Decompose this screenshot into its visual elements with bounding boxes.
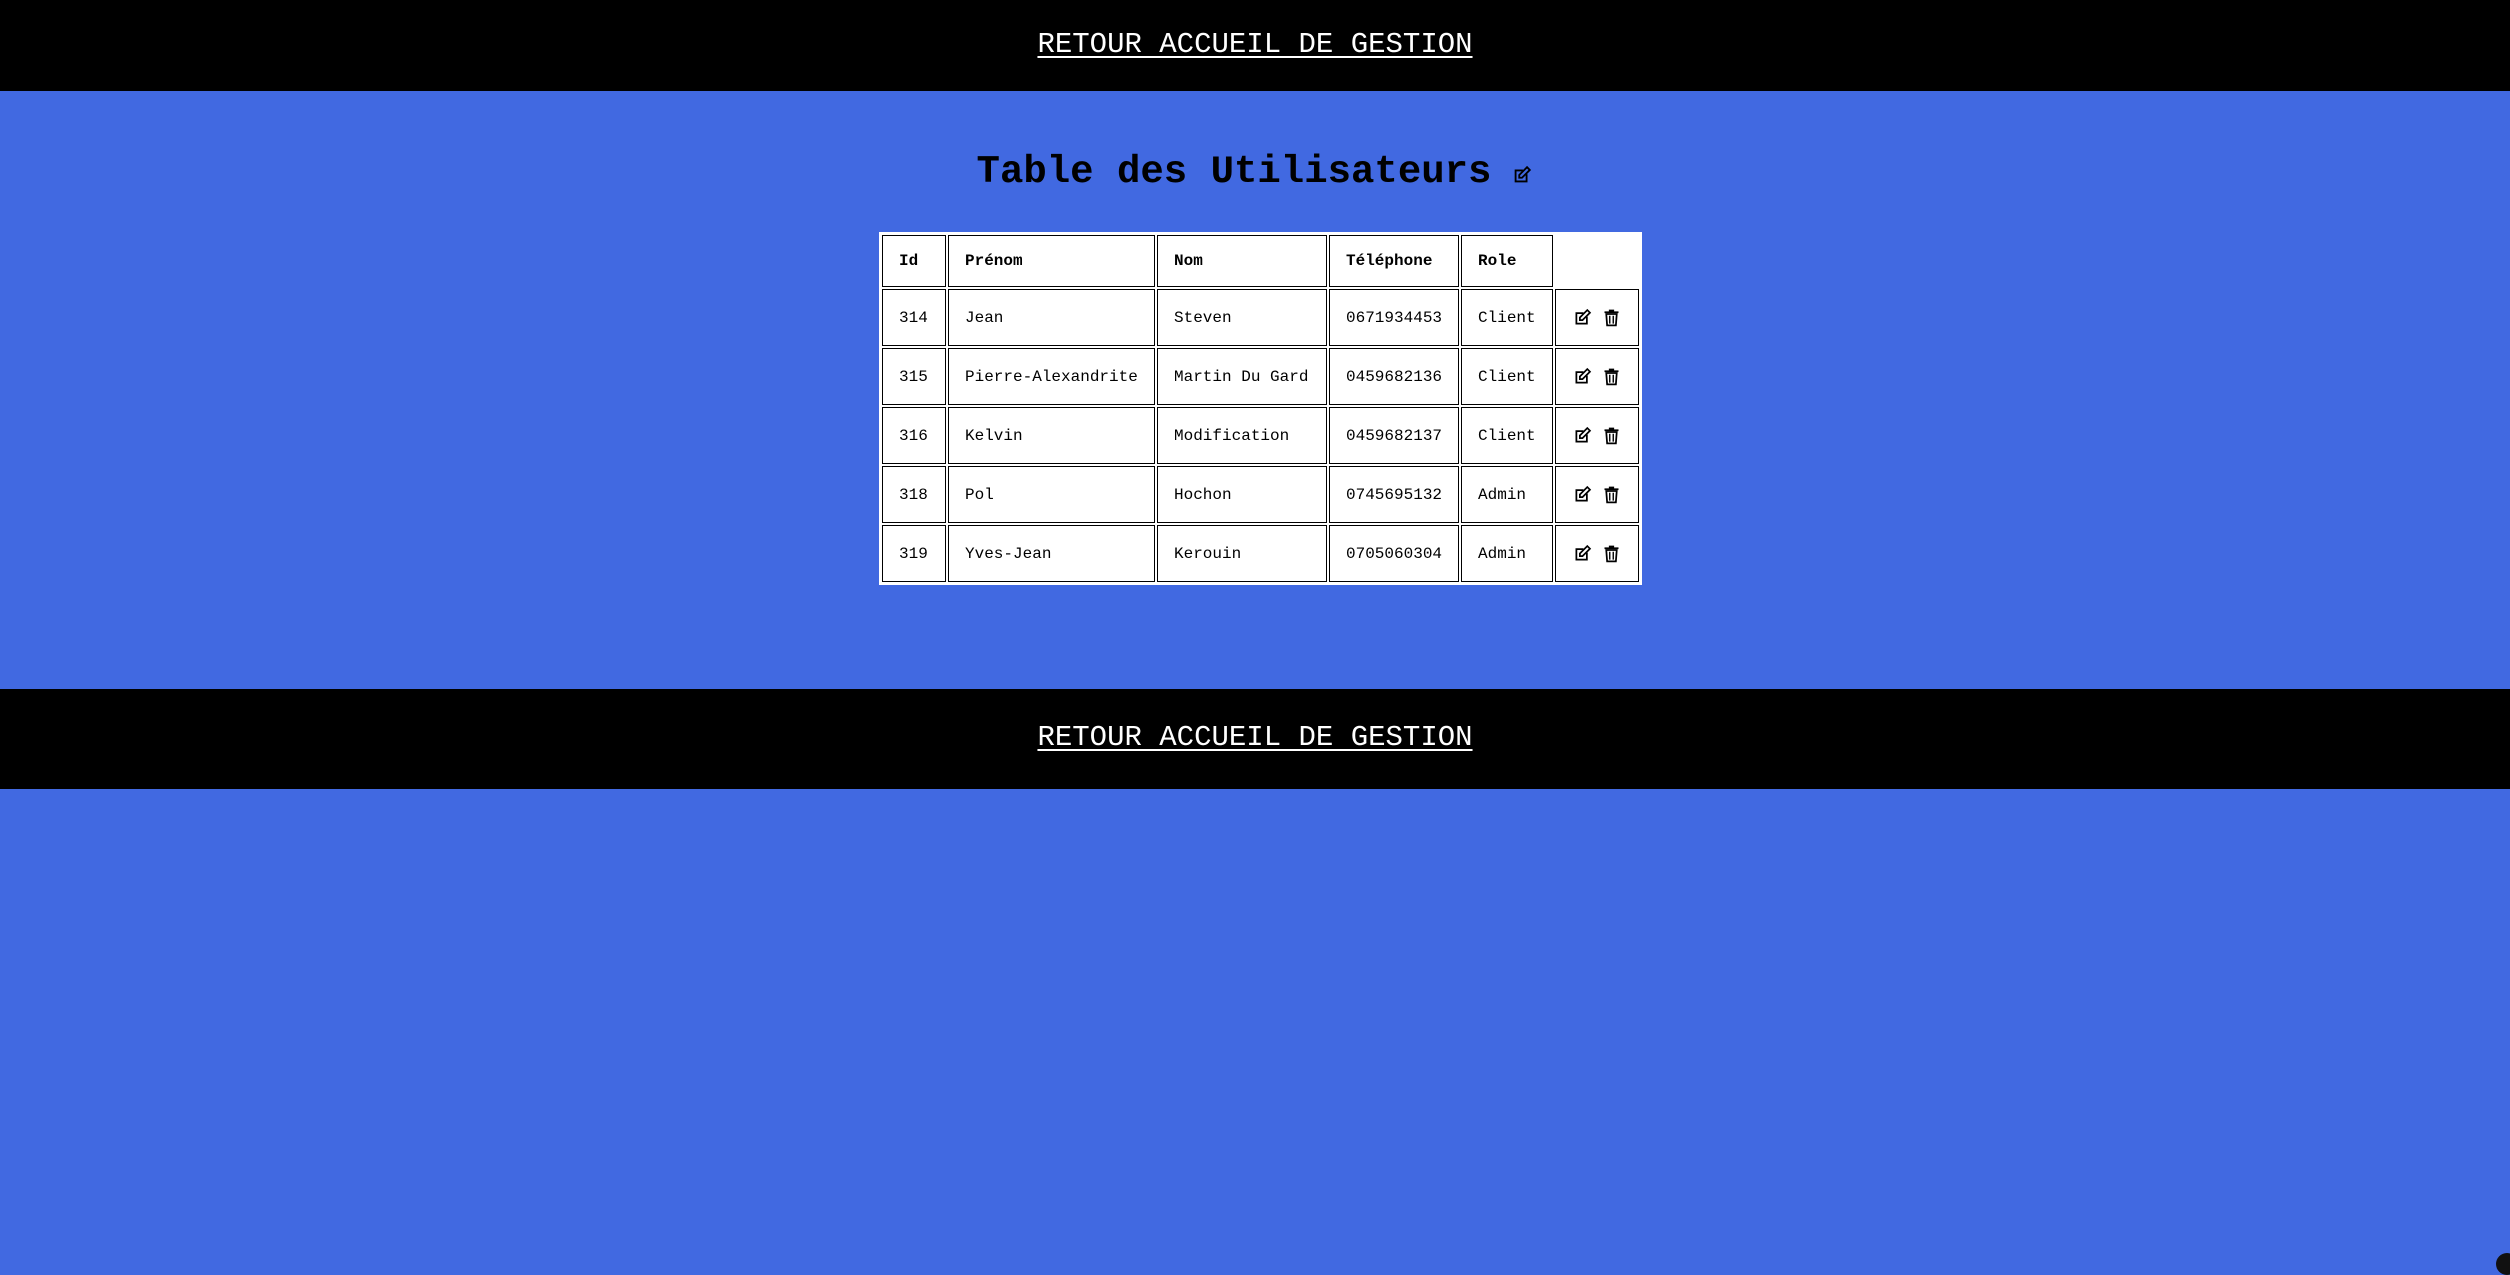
trash-icon[interactable] [1601, 484, 1622, 505]
cell-nom: Kerouin [1157, 525, 1327, 582]
table-row: 315 Pierre-Alexandrite Martin Du Gard 04596… [882, 348, 1640, 405]
cell-prenom: Pol [948, 466, 1155, 523]
edit-icon[interactable] [1572, 484, 1593, 505]
cell-role: Admin [1461, 466, 1554, 523]
cell-role: Client [1461, 407, 1554, 464]
header-telephone: Téléphone [1329, 235, 1460, 287]
trash-icon[interactable] [1601, 366, 1622, 387]
cell-id: 318 [882, 466, 946, 523]
page-title: Table des Utilisateurs [976, 150, 1492, 194]
table-row: 316 Kelvin Modification 0459682137 Client [882, 407, 1640, 464]
cell-actions [1555, 348, 1640, 405]
cell-telephone: 0671934453 [1329, 289, 1460, 346]
header-prenom: Prénom [948, 235, 1155, 287]
table-row: 319 Yves-Jean Kerouin 0705060304 Admin [882, 525, 1640, 582]
cell-id: 315 [882, 348, 946, 405]
cell-actions [1555, 289, 1640, 346]
cell-actions [1555, 407, 1640, 464]
cell-nom: Steven [1157, 289, 1327, 346]
bottom-nav-bar: RETOUR ACCUEIL DE GESTION [0, 689, 2510, 789]
cell-role: Client [1461, 348, 1554, 405]
cell-telephone: 0459682136 [1329, 348, 1460, 405]
trash-icon[interactable] [1601, 543, 1622, 564]
back-to-admin-home-link-bottom[interactable]: RETOUR ACCUEIL DE GESTION [1037, 721, 1472, 754]
cell-nom: Hochon [1157, 466, 1327, 523]
cell-prenom: Jean [948, 289, 1155, 346]
page-header: Table des Utilisateurs [0, 150, 2510, 194]
top-nav-bar: RETOUR ACCUEIL DE GESTION [0, 0, 2510, 91]
users-table: Id Prénom Nom Téléphone Role 314 Jean Stev… [879, 232, 1643, 585]
cell-telephone: 0705060304 [1329, 525, 1460, 582]
header-role: Role [1461, 235, 1554, 287]
trash-icon[interactable] [1601, 307, 1622, 328]
cell-actions [1555, 525, 1640, 582]
cell-role: Client [1461, 289, 1554, 346]
cell-telephone: 0459682137 [1329, 407, 1460, 464]
table-body: 314 Jean Steven 0671934453 Client 315 Pierre-A… [882, 289, 1640, 582]
cell-prenom: Kelvin [948, 407, 1155, 464]
cell-id: 314 [882, 289, 946, 346]
trash-icon[interactable] [1601, 425, 1622, 446]
cell-nom: Martin Du Gard [1157, 348, 1327, 405]
edit-icon[interactable] [1572, 366, 1593, 387]
header-nom: Nom [1157, 235, 1327, 287]
cell-prenom: Yves-Jean [948, 525, 1155, 582]
cell-prenom: Pierre-Alexandrite [948, 348, 1155, 405]
table-row: 318 Pol Hochon 0745695132 Admin [882, 466, 1640, 523]
back-to-admin-home-link-top[interactable]: RETOUR ACCUEIL DE GESTION [1037, 28, 1472, 61]
edit-icon[interactable] [1511, 164, 1533, 186]
edit-icon[interactable] [1572, 425, 1593, 446]
cell-telephone: 0745695132 [1329, 466, 1460, 523]
header-actions [1555, 235, 1639, 287]
table-header-row: Id Prénom Nom Téléphone Role [882, 235, 1639, 287]
cell-id: 316 [882, 407, 946, 464]
edit-icon[interactable] [1572, 307, 1593, 328]
cell-actions [1555, 466, 1640, 523]
cell-role: Admin [1461, 525, 1554, 582]
cell-id: 319 [882, 525, 946, 582]
cell-nom: Modification [1157, 407, 1327, 464]
corner-indicator [2496, 1253, 2510, 1275]
header-id: Id [882, 235, 946, 287]
table-row: 314 Jean Steven 0671934453 Client [882, 289, 1640, 346]
edit-icon[interactable] [1572, 543, 1593, 564]
